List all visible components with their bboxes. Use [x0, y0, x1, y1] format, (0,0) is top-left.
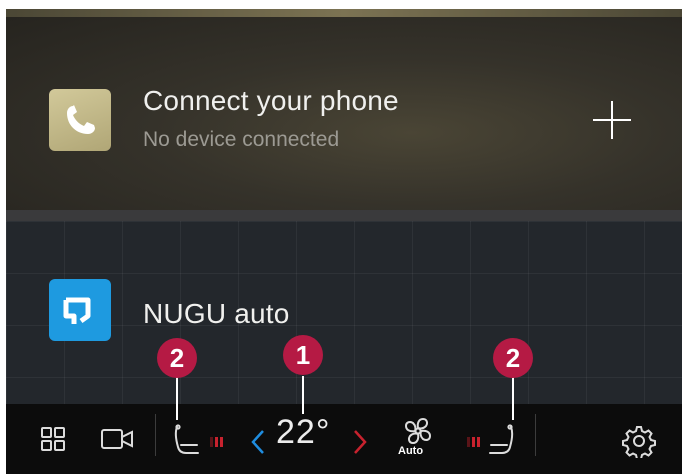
callout-badge-seat-left: 2: [157, 338, 197, 378]
callout-badge-temperature: 1: [283, 335, 323, 375]
nugu-icon[interactable]: [49, 279, 111, 341]
fan-auto-label: Auto: [398, 445, 424, 457]
chevron-left-icon[interactable]: [250, 428, 266, 461]
infotainment-screen: Connect your phone No device connected N…: [6, 9, 682, 474]
card-top-stripe: [6, 9, 682, 17]
passenger-seat-heat-level: [466, 435, 482, 453]
separator-left: [155, 414, 156, 456]
connect-phone-title: Connect your phone: [143, 85, 399, 116]
temperature-display[interactable]: 22°: [276, 413, 330, 452]
callout-leader-seat-left: [176, 376, 178, 420]
connect-phone-subtitle: No device connected: [143, 128, 340, 151]
phone-icon[interactable]: [49, 89, 111, 151]
settings-gear-icon[interactable]: [622, 424, 656, 463]
nugu-auto-title: NUGU auto: [143, 298, 290, 329]
driver-seat-heat-level: [209, 435, 225, 453]
callout-leader-temperature: [302, 376, 304, 414]
add-device-plus-icon[interactable]: [589, 97, 635, 143]
separator-right: [535, 414, 536, 456]
climate-bar: [6, 404, 682, 474]
connect-phone-card[interactable]: Connect your phone No device connected: [6, 17, 682, 210]
callout-leader-seat-right: [512, 376, 514, 420]
app-grid-icon[interactable]: [40, 426, 66, 457]
card-divider: [6, 210, 682, 221]
driver-seat-icon[interactable]: [172, 424, 202, 463]
callout-badge-seat-right: 2: [493, 338, 533, 378]
camera-icon[interactable]: [100, 428, 136, 455]
passenger-seat-icon[interactable]: [486, 424, 516, 463]
chevron-right-icon[interactable]: [352, 428, 368, 461]
